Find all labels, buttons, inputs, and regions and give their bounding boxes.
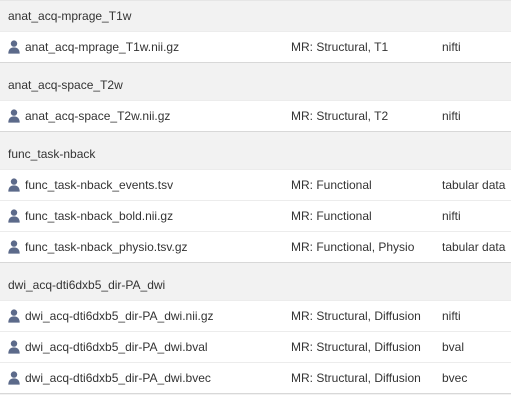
file-name[interactable]: dwi_acq-dti6dxb5_dir-PA_dwi.bval [25,332,208,362]
group-title: func_task-nback [0,139,511,169]
file-group: anat_acq-mprage_T1w anat_acq-mprage_T1w.n… [0,0,511,62]
file-row[interactable]: anat_acq-mprage_T1w.nii.gz MR: Structural… [0,31,511,62]
file-modality: MR: Structural, T2 [291,109,389,123]
file-type: tabular data [442,240,506,254]
file-modality: MR: Functional [291,178,372,192]
file-row[interactable]: dwi_acq-dti6dxb5_dir-PA_dwi.bvec MR: Stru… [0,362,511,393]
file-name[interactable]: dwi_acq-dti6dxb5_dir-PA_dwi.bvec [25,363,211,393]
file-modality: MR: Structural, Diffusion [291,309,421,323]
file-group: anat_acq-space_T2w anat_acq-space_T2w.nii… [0,70,511,131]
user-icon [8,109,20,123]
file-group: func_task-nback func_task-nback_events.ts… [0,139,511,262]
file-row[interactable]: func_task-nback_physio.tsv.gz MR: Functio… [0,231,511,262]
file-type: nifti [442,209,461,223]
file-list: anat_acq-mprage_T1w anat_acq-mprage_T1w.n… [0,0,511,395]
file-name[interactable]: dwi_acq-dti6dxb5_dir-PA_dwi.nii.gz [25,301,214,331]
file-type: tabular data [442,178,506,192]
file-name[interactable]: func_task-nback_physio.tsv.gz [25,232,188,262]
user-icon [8,178,20,192]
file-name[interactable]: func_task-nback_bold.nii.gz [25,201,173,231]
user-icon [8,340,20,354]
user-icon [8,209,20,223]
file-name[interactable]: anat_acq-space_T2w.nii.gz [25,101,170,131]
file-row[interactable]: func_task-nback_events.tsv MR: Functional… [0,169,511,200]
file-type: nifti [442,40,461,54]
file-modality: MR: Structural, T1 [291,40,389,54]
file-modality: MR: Functional, Physio [291,240,415,254]
file-type: nifti [442,109,461,123]
file-group: dwi_acq-dti6dxb5_dir-PA_dwi dwi_acq-dti6d… [0,270,511,393]
file-row[interactable]: anat_acq-space_T2w.nii.gz MR: Structural,… [0,100,511,131]
file-name[interactable]: func_task-nback_events.tsv [25,170,173,200]
user-icon [8,40,20,54]
user-icon [8,371,20,385]
file-row[interactable]: func_task-nback_bold.nii.gz MR: Functiona… [0,200,511,231]
file-type: bval [442,340,465,354]
file-modality: MR: Structural, Diffusion [291,340,421,354]
user-icon [8,240,20,254]
file-modality: MR: Functional [291,209,372,223]
file-row[interactable]: dwi_acq-dti6dxb5_dir-PA_dwi.bval MR: Stru… [0,331,511,362]
file-modality: MR: Structural, Diffusion [291,371,421,385]
file-type: nifti [442,309,461,323]
group-title: dwi_acq-dti6dxb5_dir-PA_dwi [0,270,511,300]
group-title: anat_acq-space_T2w [0,70,511,100]
group-title: anat_acq-mprage_T1w [0,1,511,31]
file-row[interactable]: dwi_acq-dti6dxb5_dir-PA_dwi.nii.gz MR: St… [0,300,511,331]
file-name[interactable]: anat_acq-mprage_T1w.nii.gz [25,32,179,62]
file-type: bvec [442,371,468,385]
user-icon [8,309,20,323]
